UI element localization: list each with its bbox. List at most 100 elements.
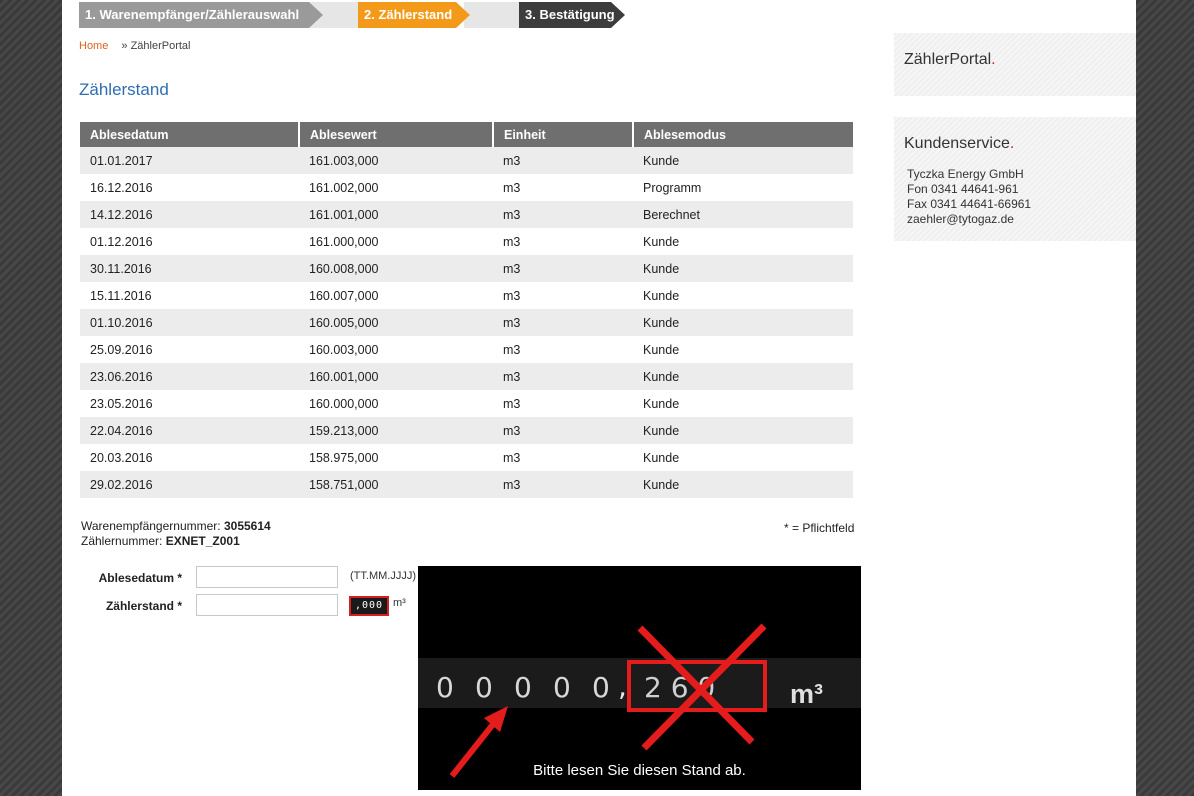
- cell-date: 14.12.2016: [80, 201, 299, 228]
- breadcrumb: Home » ZählerPortal: [79, 40, 191, 52]
- cell-mode: Kunde: [633, 390, 853, 417]
- meter-digit: 0: [553, 671, 571, 704]
- fax-number: Fax 0341 44641-66961: [907, 197, 1032, 211]
- table-row: 30.11.2016 160.008,000 m3 Kunde: [80, 255, 853, 282]
- page-title: Zählerstand: [79, 80, 169, 99]
- email-link[interactable]: zaehler@tytogaz.de: [907, 212, 1031, 227]
- step-connector: [464, 2, 524, 28]
- cell-unit: m3: [493, 201, 633, 228]
- table-row: 01.10.2016 160.005,000 m3 Kunde: [80, 309, 853, 336]
- reading-date-input[interactable]: [196, 566, 338, 588]
- cell-unit: m3: [493, 390, 633, 417]
- cell-unit: m3: [493, 228, 633, 255]
- cell-value: 160.001,000: [299, 363, 493, 390]
- meter-digit: 0: [514, 671, 532, 704]
- meter-unit: m³: [790, 679, 823, 709]
- cell-mode: Kunde: [633, 282, 853, 309]
- table-row: 29.02.2016 158.751,000 m3 Kunde: [80, 471, 853, 498]
- cell-value: 160.000,000: [299, 390, 493, 417]
- cell-date: 01.12.2016: [80, 228, 299, 255]
- cell-mode: Kunde: [633, 147, 853, 174]
- table-row: 22.04.2016 159.213,000 m3 Kunde: [80, 417, 853, 444]
- cell-unit: m3: [493, 282, 633, 309]
- cell-date: 15.11.2016: [80, 282, 299, 309]
- cell-date: 23.06.2016: [80, 363, 299, 390]
- step-confirmation[interactable]: 3. Bestätigung: [519, 2, 625, 28]
- step-recipient-selection[interactable]: 1. Warenempfänger/Zählerauswahl: [79, 2, 323, 28]
- cell-date: 16.12.2016: [80, 174, 299, 201]
- portal-title: ZählerPortal.: [904, 51, 996, 68]
- service-title: Kundenservice.: [904, 135, 1015, 152]
- table-row: 01.12.2016 161.000,000 m3 Kunde: [80, 228, 853, 255]
- table-row: 16.12.2016 161.002,000 m3 Programm: [80, 174, 853, 201]
- table-row: 14.12.2016 161.001,000 m3 Berechnet: [80, 201, 853, 228]
- meter-digit: 0: [592, 671, 610, 704]
- meter-count-label: Zählerstand *: [105, 599, 182, 613]
- cell-value: 160.003,000: [299, 336, 493, 363]
- cell-mode: Berechnet: [633, 201, 853, 228]
- cell-date: 25.09.2016: [80, 336, 299, 363]
- service-contact: Tyczka Energy GmbH Fon 0341 44641-961 Fa…: [907, 167, 1031, 227]
- cell-unit: m3: [493, 471, 633, 498]
- cell-value: 161.000,000: [299, 228, 493, 255]
- date-format-hint: (TT.MM.JJJJ): [350, 570, 416, 582]
- col-header-date: Ablesedatum: [80, 122, 300, 147]
- required-field-note: * = Pflichtfeld: [784, 521, 855, 535]
- sidebar-portal-box: ZählerPortal.: [894, 33, 1136, 96]
- unit-label: m³: [393, 597, 406, 609]
- cell-mode: Kunde: [633, 471, 853, 498]
- readings-table: Ablesedatum Ablesewert Einheit Ablesemod…: [80, 122, 853, 498]
- cell-unit: m3: [493, 417, 633, 444]
- meter-info: Warenempfängernummer: 3055614 Zählernumm…: [81, 519, 271, 549]
- recipient-label: Warenempfängernummer:: [81, 519, 221, 533]
- table-row: 01.01.2017 161.003,000 m3 Kunde: [80, 147, 853, 174]
- cell-value: 159.213,000: [299, 417, 493, 444]
- cell-unit: m3: [493, 174, 633, 201]
- col-header-value: Ablesewert: [299, 122, 494, 147]
- company-name: Tyczka Energy GmbH: [907, 167, 1024, 181]
- cell-unit: m3: [493, 255, 633, 282]
- recipient-number: 3055614: [223, 519, 271, 533]
- meter-reading-example-image: 00000 , 2 6 0 m³ Bitte lesen Sie diesen …: [418, 566, 861, 790]
- cell-mode: Kunde: [633, 309, 853, 336]
- cell-value: 161.002,000: [299, 174, 493, 201]
- cell-unit: m3: [493, 444, 633, 471]
- meter-count-input[interactable]: [196, 594, 338, 616]
- cell-unit: m3: [493, 336, 633, 363]
- table-row: 20.03.2016 158.975,000 m3 Kunde: [80, 444, 853, 471]
- cell-mode: Programm: [633, 174, 853, 201]
- cell-mode: Kunde: [633, 444, 853, 471]
- cell-value: 160.007,000: [299, 282, 493, 309]
- col-header-mode: Ablesemodus: [633, 122, 853, 147]
- table-row: 23.05.2016 160.000,000 m3 Kunde: [80, 390, 853, 417]
- breadcrumb-home-link[interactable]: Home: [79, 40, 108, 52]
- cell-unit: m3: [493, 309, 633, 336]
- cell-date: 01.01.2017: [80, 147, 299, 174]
- cell-mode: Kunde: [633, 363, 853, 390]
- step-meter-reading[interactable]: 2. Zählerstand: [358, 2, 470, 28]
- cell-date: 22.04.2016: [80, 417, 299, 444]
- cell-value: 161.003,000: [299, 147, 493, 174]
- meter-digit: 0: [436, 671, 454, 704]
- cell-value: 158.975,000: [299, 444, 493, 471]
- cell-mode: Kunde: [633, 255, 853, 282]
- phone-number: Fon 0341 44641-961: [907, 182, 1019, 196]
- meter-comma: ,: [618, 670, 627, 703]
- meter-digit: 0: [475, 671, 493, 704]
- table-row: 25.09.2016 160.003,000 m3 Kunde: [80, 336, 853, 363]
- table-row: 23.06.2016 160.001,000 m3 Kunde: [80, 363, 853, 390]
- cell-date: 29.02.2016: [80, 471, 299, 498]
- cell-mode: Kunde: [633, 417, 853, 444]
- meter-image-caption: Bitte lesen Sie diesen Stand ab.: [533, 762, 746, 779]
- table-header-row: Ablesedatum Ablesewert Einheit Ablesemod…: [80, 122, 853, 147]
- cell-value: 160.008,000: [299, 255, 493, 282]
- cell-date: 01.10.2016: [80, 309, 299, 336]
- cell-value: 160.005,000: [299, 309, 493, 336]
- meter-label: Zählernummer:: [81, 534, 163, 548]
- cell-value: 161.001,000: [299, 201, 493, 228]
- meter-illustration: 00000 , 2 6 0 m³: [418, 566, 861, 790]
- col-header-unit: Einheit: [493, 122, 634, 147]
- cell-unit: m3: [493, 363, 633, 390]
- reading-date-label: Ablesedatum *: [98, 571, 182, 585]
- sidebar-service-box: Kundenservice. Tyczka Energy GmbH Fon 03…: [894, 117, 1136, 241]
